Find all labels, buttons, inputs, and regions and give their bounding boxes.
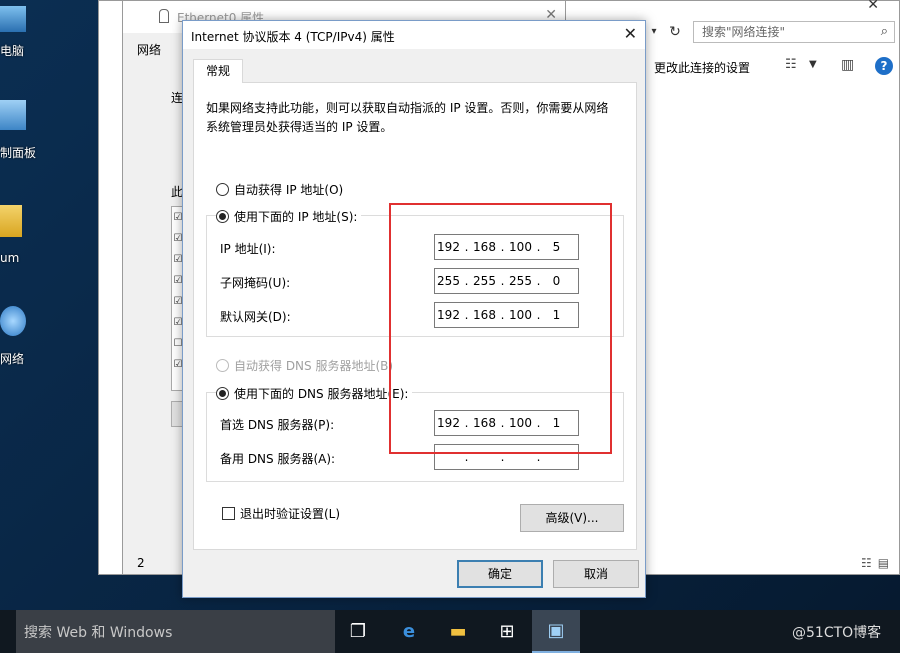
octet[interactable]: 1 <box>543 416 570 430</box>
dns-auto-option[interactable]: 自动获得 DNS 服务器地址(B) <box>216 357 393 374</box>
dns-auto-label: 自动获得 DNS 服务器地址(B) <box>234 359 394 373</box>
chevron-down-icon[interactable]: ▼ <box>809 59 817 70</box>
cancel-button[interactable]: 取消 <box>553 560 639 588</box>
preview-pane-icon[interactable]: ▥ <box>841 57 854 73</box>
file-explorer-icon[interactable]: ▬ <box>443 617 473 647</box>
desktop-icon-label: 网络 <box>0 352 25 366</box>
radio-button[interactable] <box>216 183 229 196</box>
octet[interactable]: 192 <box>435 308 462 322</box>
desktop-icon-label: 电脑 <box>0 44 25 58</box>
control-panel-icon <box>0 100 26 130</box>
ip-auto-option[interactable]: 自动获得 IP 地址(O) <box>216 181 343 198</box>
control-panel-icon: ▣ <box>547 620 565 641</box>
dns-manual-option[interactable]: 使用下面的 DNS 服务器地址(E): <box>216 385 413 402</box>
validate-label: 退出时验证设置(L) <box>240 507 341 521</box>
network-settings-taskbar-button[interactable]: ▣ <box>532 610 580 653</box>
user-folder-icon <box>0 205 22 237</box>
octet[interactable]: 255 <box>507 274 534 288</box>
tab-general[interactable]: 常规 <box>193 59 243 83</box>
desktop-icon-computer[interactable]: 电脑 <box>0 0 40 59</box>
gateway-label: 默认网关(D): <box>220 310 291 324</box>
preferred-dns-input[interactable]: 192. 168. 100. 1 <box>434 410 579 436</box>
octet[interactable]: 168 <box>471 308 498 322</box>
subnet-mask-input[interactable]: 255. 255. 255. 0 <box>434 268 579 294</box>
preferred-dns-label: 首选 DNS 服务器(P): <box>220 418 335 432</box>
ip-manual-option[interactable]: 使用下面的 IP 地址(S): <box>216 208 362 225</box>
subnet-mask-label: 子网掩码(U): <box>220 276 291 290</box>
octet[interactable]: 192 <box>435 416 462 430</box>
desktop-icon-user[interactable]: um <box>0 205 40 265</box>
octet[interactable]: 100 <box>507 416 534 430</box>
search-input[interactable]: 搜索"网络连接" ⌕ <box>693 21 895 43</box>
octet[interactable]: 168 <box>471 416 498 430</box>
octet[interactable]: 255 <box>435 274 462 288</box>
computer-icon <box>0 6 26 32</box>
octet[interactable]: 255 <box>471 274 498 288</box>
tray-watermark: @51CTO博客 <box>792 625 882 641</box>
search-placeholder: 搜索"网络连接" <box>702 25 786 39</box>
octet[interactable]: 100 <box>507 308 534 322</box>
desktop-icon-label: 制面板 <box>0 146 37 160</box>
status-number: 2 <box>137 556 145 570</box>
tab-networking[interactable]: 网络 <box>137 41 161 58</box>
desktop-icon-network[interactable]: 网络 <box>0 306 40 367</box>
taskbar: 搜索 Web 和 Windows ❐ e ▬ ⊞ ▣ @51CTO博客 <box>0 610 900 653</box>
help-icon[interactable]: ? <box>875 57 893 75</box>
dialog-titlebar: Internet 协议版本 4 (TCP/IPv4) 属性 ✕ <box>183 21 645 49</box>
dns-manual-label: 使用下面的 DNS 服务器地址(E): <box>234 387 409 401</box>
radio-button-selected[interactable] <box>216 387 229 400</box>
octet[interactable]: 168 <box>471 240 498 254</box>
window-close-icon[interactable]: ✕ <box>867 0 879 13</box>
chevron-down-icon[interactable]: ▾ <box>647 21 661 43</box>
octet[interactable]: 1 <box>543 308 570 322</box>
octet[interactable]: 0 <box>543 274 570 288</box>
ip-manual-label: 使用下面的 IP 地址(S): <box>234 210 358 224</box>
search-icon: ⌕ <box>880 24 888 39</box>
ok-button[interactable]: 确定 <box>457 560 543 588</box>
ip-auto-label: 自动获得 IP 地址(O) <box>234 183 344 197</box>
desktop-icon-control-panel[interactable]: 制面板 <box>0 100 40 161</box>
desktop-icon-label: um <box>0 251 20 265</box>
ipv4-properties-dialog: Internet 协议版本 4 (TCP/IPv4) 属性 ✕ 常规 如果网络支… <box>182 20 646 598</box>
checkbox[interactable] <box>222 507 235 520</box>
dialog-title: Internet 协议版本 4 (TCP/IPv4) 属性 <box>191 30 395 44</box>
radio-button-disabled[interactable] <box>216 359 229 372</box>
general-tab-panel: 如果网络支持此功能，则可以获取自动指派的 IP 设置。否则，你需要从网络系统管理… <box>193 82 637 550</box>
gateway-input[interactable]: 192. 168. 100. 1 <box>434 302 579 328</box>
intro-text: 如果网络支持此功能，则可以获取自动指派的 IP 设置。否则，你需要从网络系统管理… <box>206 101 609 134</box>
taskbar-search-input[interactable]: 搜索 Web 和 Windows <box>16 610 335 653</box>
task-view-icon[interactable]: ❐ <box>343 617 373 647</box>
details-view-icon[interactable]: ☷▤ <box>861 556 895 570</box>
octet[interactable]: 192 <box>435 240 462 254</box>
ethernet-icon <box>159 9 169 23</box>
network-globe-icon <box>0 306 26 336</box>
edge-browser-icon[interactable]: e <box>394 617 424 647</box>
advanced-button[interactable]: 高级(V)... <box>520 504 624 532</box>
ip-address-input[interactable]: 192. 168. 100. 5 <box>434 234 579 260</box>
view-options-icon[interactable]: ☷ <box>785 57 797 72</box>
close-icon[interactable]: ✕ <box>624 25 637 43</box>
ip-address-label: IP 地址(I): <box>220 242 276 256</box>
store-icon[interactable]: ⊞ <box>492 617 522 647</box>
alternate-dns-input[interactable]: . . . <box>434 444 579 470</box>
alternate-dns-label: 备用 DNS 服务器(A): <box>220 452 336 466</box>
octet[interactable]: 5 <box>543 240 570 254</box>
change-connection-settings-button[interactable]: 更改此连接的设置 <box>654 59 750 76</box>
refresh-icon[interactable]: ↻ <box>664 21 686 43</box>
octet[interactable]: 100 <box>507 240 534 254</box>
validate-on-exit-option[interactable]: 退出时验证设置(L) <box>222 505 340 522</box>
radio-button-selected[interactable] <box>216 210 229 223</box>
